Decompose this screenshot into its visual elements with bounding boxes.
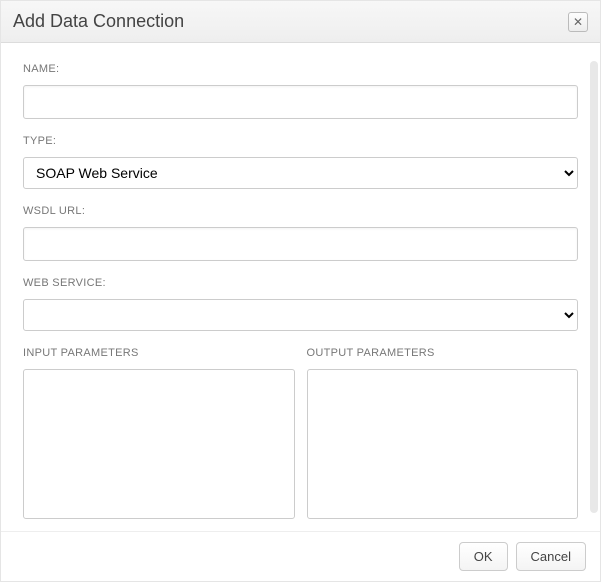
close-icon: ✕: [573, 16, 583, 28]
type-select[interactable]: SOAP Web Service: [23, 157, 578, 189]
dialog-content: NAME: TYPE: SOAP Web Service WSDL URL: W…: [1, 43, 600, 531]
parameters-row: INPUT PARAMETERS OUTPUT PARAMETERS: [23, 347, 578, 519]
dialog-footer: OK Cancel: [1, 531, 600, 581]
input-parameters-column: INPUT PARAMETERS: [23, 347, 295, 519]
dialog-titlebar: Add Data Connection ✕: [1, 1, 600, 43]
name-input[interactable]: [23, 85, 578, 119]
cancel-button[interactable]: Cancel: [516, 542, 586, 571]
web-service-select[interactable]: [23, 299, 578, 331]
add-data-connection-dialog: Add Data Connection ✕ NAME: TYPE: SOAP W…: [0, 0, 601, 582]
web-service-label: WEB SERVICE:: [23, 277, 578, 289]
name-label: NAME:: [23, 63, 578, 75]
output-parameters-column: OUTPUT PARAMETERS: [307, 347, 579, 519]
ok-button[interactable]: OK: [459, 542, 508, 571]
output-parameters-label: OUTPUT PARAMETERS: [307, 347, 579, 359]
close-button[interactable]: ✕: [568, 12, 588, 32]
dialog-content-wrap: NAME: TYPE: SOAP Web Service WSDL URL: W…: [1, 43, 600, 531]
wsdl-url-input[interactable]: [23, 227, 578, 261]
wsdl-url-label: WSDL URL:: [23, 205, 578, 217]
output-parameters-box[interactable]: [307, 369, 579, 519]
input-parameters-label: INPUT PARAMETERS: [23, 347, 295, 359]
input-parameters-box[interactable]: [23, 369, 295, 519]
dialog-title: Add Data Connection: [13, 11, 184, 32]
type-label: TYPE:: [23, 135, 578, 147]
scrollbar-track[interactable]: [590, 61, 598, 513]
